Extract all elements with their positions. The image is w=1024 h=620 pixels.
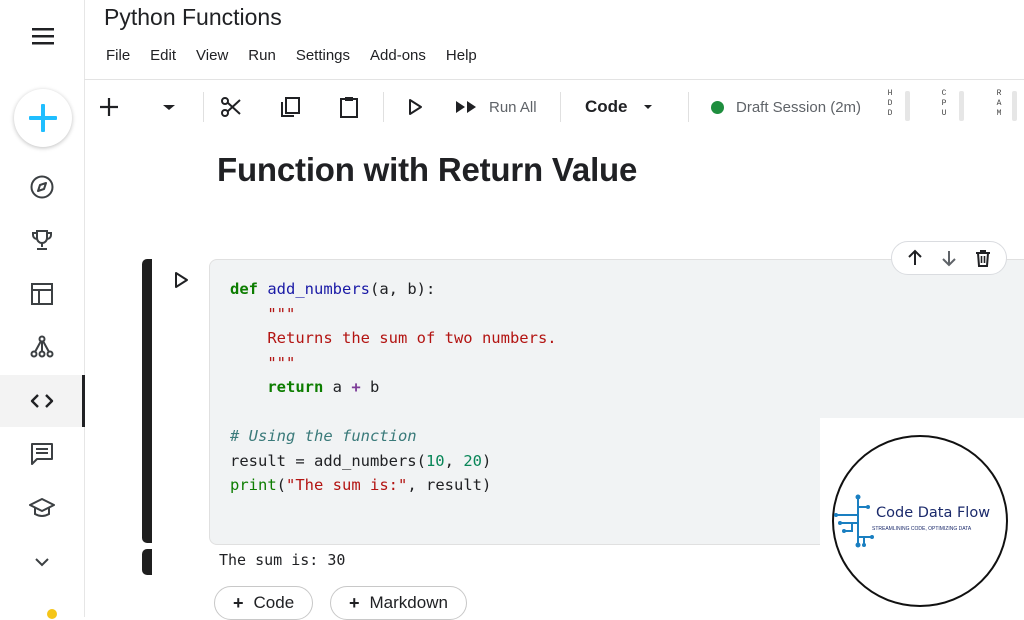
cell-toolbar	[891, 241, 1007, 275]
hamburger-menu-icon[interactable]	[30, 26, 56, 46]
code-line: def add_numbers(a, b):	[230, 280, 436, 298]
cpu-meter-label: CPU	[941, 89, 947, 118]
cell-output: The sum is: 30	[219, 551, 346, 569]
cut-button[interactable]	[219, 92, 243, 122]
play-icon	[409, 99, 422, 115]
move-down-icon[interactable]	[939, 248, 959, 268]
ram-meter-label: RAM	[996, 89, 1002, 118]
sidebar-item-discussions[interactable]	[0, 428, 84, 480]
add-markdown-cell-button[interactable]: + Markdown	[330, 586, 467, 620]
plus-icon	[100, 98, 118, 116]
copy-button[interactable]	[278, 92, 302, 122]
compass-icon	[30, 175, 54, 199]
paste-button[interactable]	[337, 92, 361, 122]
add-code-label: Code	[253, 593, 295, 612]
run-all-label: Run All	[489, 98, 537, 116]
sidebar-item-more[interactable]	[0, 536, 84, 588]
notebook-title[interactable]: Python Functions	[104, 4, 282, 31]
cell-type-value: Code	[585, 97, 628, 116]
run-cell-play-icon[interactable]	[171, 270, 191, 290]
toolbar-divider	[84, 79, 1024, 80]
cell-type-select[interactable]: Code	[585, 92, 660, 122]
code-line: Returns the sum of two numbers.	[230, 329, 557, 347]
ram-meter[interactable]: RAM	[994, 89, 1024, 125]
code-line: return a + b	[267, 378, 380, 396]
menu-view[interactable]: View	[196, 47, 228, 64]
clipboard-icon	[340, 97, 358, 118]
code-line: """	[230, 353, 296, 372]
session-status[interactable]: Draft Session (2m)	[711, 92, 861, 122]
left-sidebar	[0, 0, 85, 619]
plus-icon: +	[233, 592, 244, 613]
menu-file[interactable]: File	[106, 47, 130, 64]
active-cell-indicator	[142, 259, 152, 543]
code-line: print("The sum is:", result)	[230, 476, 492, 494]
toolbar-separator	[688, 92, 689, 122]
toolbar-separator	[203, 92, 204, 122]
hdd-meter-label: HDD	[887, 89, 893, 118]
code-line: result = add_numbers(10, 20)	[230, 451, 492, 470]
delete-icon[interactable]	[973, 248, 993, 268]
caret-down-icon	[643, 105, 652, 109]
ram-meter-bar	[1012, 91, 1017, 121]
hdd-meter-bar	[905, 91, 910, 121]
menu-add-ons[interactable]: Add-ons	[370, 47, 426, 64]
menu-run[interactable]: Run	[248, 47, 276, 64]
output-indicator	[142, 549, 152, 575]
run-cell-button[interactable]	[403, 92, 427, 122]
plus-icon	[29, 104, 57, 132]
add-cell-dropdown[interactable]	[157, 92, 181, 122]
discussion-icon	[31, 443, 53, 465]
learn-icon	[29, 498, 55, 517]
run-all-button[interactable]: Run All	[453, 92, 537, 122]
watermark-brand-text: Code Data Flow	[876, 505, 991, 521]
toolbar-separator	[560, 92, 561, 122]
sidebar-item-explore[interactable]	[0, 161, 84, 213]
chevron-down-icon	[35, 558, 49, 567]
code-editor[interactable]: def add_numbers(a, b): """ Returns the s…	[230, 277, 557, 498]
code-line: """	[230, 304, 296, 323]
table-icon	[31, 283, 53, 305]
cpu-meter-bar	[959, 91, 964, 121]
sidebar-item-models[interactable]	[0, 321, 84, 373]
trophy-icon	[32, 230, 52, 250]
sidebar-item-datasets[interactable]	[0, 268, 84, 320]
add-markdown-label: Markdown	[369, 593, 448, 612]
session-label: Draft Session (2m)	[736, 98, 862, 116]
create-new-button[interactable]	[14, 89, 72, 147]
toolbar-separator	[383, 92, 384, 122]
add-code-cell-button[interactable]: + Code	[214, 586, 314, 620]
menu-bar: File Edit View Run Settings Add-ons Help	[106, 47, 497, 64]
markdown-heading: Function with Return Value	[217, 151, 638, 188]
sidebar-item-learn[interactable]	[0, 482, 84, 534]
sidebar-item-code[interactable]	[0, 375, 85, 427]
fast-forward-icon	[456, 101, 476, 113]
plus-icon: +	[349, 592, 360, 613]
cpu-meter[interactable]: CPU	[939, 89, 969, 125]
menu-edit[interactable]: Edit	[150, 47, 176, 64]
caret-down-icon	[163, 105, 175, 110]
code-line: # Using the function	[230, 427, 417, 445]
session-status-dot	[711, 100, 724, 114]
notification-badge	[47, 609, 57, 619]
code-icon	[30, 394, 54, 408]
add-cell-button[interactable]	[97, 92, 121, 122]
models-icon	[30, 335, 54, 358]
copy-icon	[281, 97, 300, 117]
menu-settings[interactable]: Settings	[296, 47, 350, 64]
move-up-icon[interactable]	[905, 248, 925, 268]
watermark-tagline: STREAMLINING CODE, OPTIMIZING DATA	[872, 526, 972, 532]
scissors-icon	[221, 97, 241, 117]
sidebar-item-competitions[interactable]	[0, 214, 84, 266]
hdd-meter[interactable]: HDD	[885, 89, 915, 125]
circuit-logo-icon	[834, 494, 874, 548]
menu-help[interactable]: Help	[446, 47, 477, 64]
